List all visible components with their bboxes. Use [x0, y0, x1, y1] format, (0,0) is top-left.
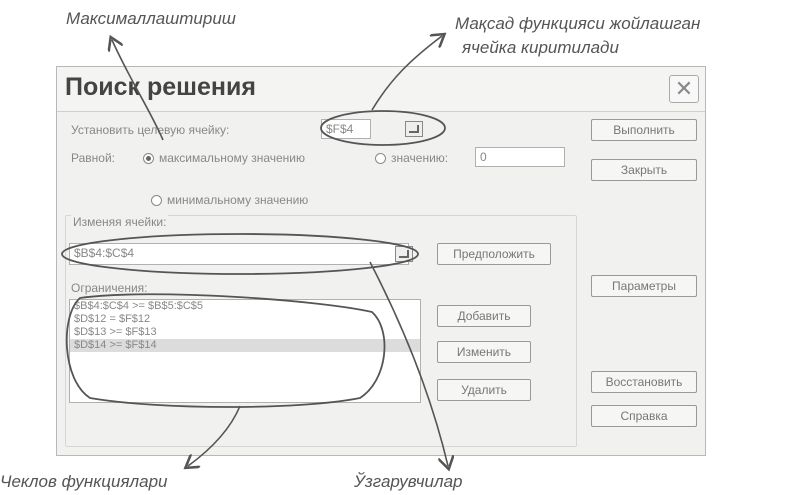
- constraints-circle: [65, 293, 386, 408]
- annotation-overlay: [61, 0, 789, 495]
- arrow-to-constraints: [188, 405, 241, 466]
- arrow-to-max-radio: [112, 40, 164, 141]
- changing-cells-circle: [61, 233, 419, 275]
- target-cell-circle: [320, 110, 446, 146]
- arrow-to-target-annotation: [371, 36, 442, 111]
